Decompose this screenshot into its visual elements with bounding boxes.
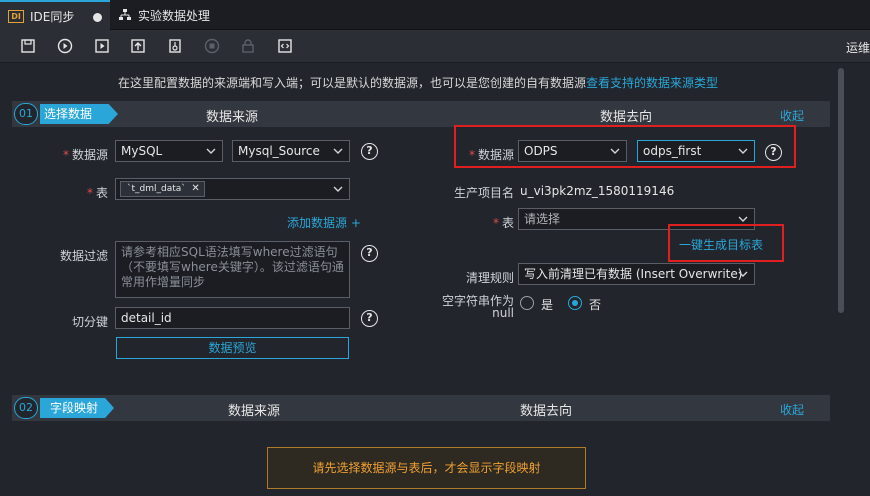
source-title: 数据来源 xyxy=(206,110,259,125)
target-title: 数据去向 xyxy=(600,110,653,125)
run-panel-icon[interactable] xyxy=(94,38,110,54)
help-icon[interactable]: ? xyxy=(765,144,782,161)
target-datasource-label: * 数据源 xyxy=(468,148,514,162)
radio-yes-label: 是 xyxy=(541,298,554,312)
generate-target-table-link[interactable]: 一键生成目标表 xyxy=(679,236,763,253)
scrollbar-thumb[interactable] xyxy=(838,68,844,313)
source-title: 数据来源 xyxy=(228,404,281,419)
source-type-select[interactable]: MySQL xyxy=(115,140,223,162)
step-indicator: 01 选择数据源 xyxy=(12,101,118,127)
lock-icon[interactable] xyxy=(240,38,256,54)
tab-bar: DI IDE同步 实验数据处理 xyxy=(0,0,870,30)
close-icon[interactable]: ✕ xyxy=(191,182,199,196)
toolbar: 运维 xyxy=(0,30,870,63)
clean-rule-select[interactable]: 写入前清理已有数据 (Insert Overwrite) xyxy=(518,263,755,285)
table-tag: `t_dml_data` ✕ xyxy=(120,181,205,197)
ops-menu[interactable]: 运维 xyxy=(846,39,870,56)
sitemap-icon xyxy=(119,9,131,20)
radio-no-label: 否 xyxy=(589,298,602,312)
chevron-down-icon xyxy=(333,148,343,154)
filter-label: 数据过滤 xyxy=(59,249,108,263)
source-name-select[interactable]: Mysql_Source xyxy=(232,140,350,162)
config-notice: 在这里配置数据的来源端和写入端；可以是默认的数据源，也可以是您创建的自有数据源查… xyxy=(0,74,836,91)
step-label: 字段映射 xyxy=(40,398,115,418)
unsaved-dot-icon[interactable] xyxy=(93,13,102,22)
clean-rule-label: 清理规则 xyxy=(465,271,514,285)
add-datasource-link[interactable]: 添加数据源 + xyxy=(287,214,361,231)
chevron-down-icon xyxy=(610,148,620,154)
collapse-link[interactable]: 收起 xyxy=(780,401,804,418)
tab-label: IDE同步 xyxy=(30,9,75,24)
save-icon[interactable] xyxy=(20,38,36,54)
target-table-label: * 表 xyxy=(492,216,514,230)
step-number: 01 xyxy=(14,103,38,125)
filter-textarea[interactable]: 请参考相应SQL语法填写where过滤语句（不要填写where关键字）。该过滤语… xyxy=(115,241,350,298)
step-label: 选择数据源 xyxy=(40,104,118,124)
section-field-mapping: 02 字段映射 数据来源 数据去向 收起 xyxy=(12,395,830,421)
null-label-suffix: null xyxy=(492,306,514,320)
target-type-select[interactable]: ODPS xyxy=(518,140,627,162)
section-select-datasource: 01 选择数据源 数据来源 数据去向 收起 xyxy=(12,101,830,127)
tab-label: 实验数据处理 xyxy=(138,8,211,23)
split-key-label: 切分键 xyxy=(71,315,108,329)
tab-experiment-data[interactable]: 实验数据处理 xyxy=(110,0,228,30)
chevron-down-icon xyxy=(738,271,748,277)
source-table-select[interactable]: `t_dml_data` ✕ xyxy=(115,178,350,200)
upload-icon[interactable] xyxy=(130,38,146,54)
help-icon[interactable]: ? xyxy=(361,310,378,327)
source-datasource-label: * 数据源 xyxy=(62,148,108,162)
radio-no[interactable] xyxy=(568,296,582,310)
di-icon: DI xyxy=(8,9,24,23)
stop-icon[interactable] xyxy=(204,38,220,54)
code-icon[interactable] xyxy=(277,38,293,54)
target-title: 数据去向 xyxy=(520,404,573,419)
field-mapping-warning: 请先选择数据源与表后，才会显示字段映射 xyxy=(267,447,586,489)
project-name-label: 生产项目名 xyxy=(453,186,514,200)
submit-icon[interactable] xyxy=(167,38,183,54)
help-icon[interactable]: ? xyxy=(361,245,378,262)
data-preview-button[interactable]: 数据预览 xyxy=(116,337,349,359)
chevron-down-icon xyxy=(738,216,748,222)
chevron-down-icon xyxy=(738,148,748,154)
collapse-link[interactable]: 收起 xyxy=(780,107,804,124)
source-table-label: * 表 xyxy=(86,186,108,200)
radio-yes[interactable] xyxy=(520,296,534,310)
chevron-down-icon xyxy=(206,148,216,154)
run-icon[interactable] xyxy=(57,38,73,54)
target-name-select[interactable]: odps_first xyxy=(637,140,755,162)
step-indicator: 02 字段映射 xyxy=(12,395,118,421)
project-name-value: u_vi3pk2mz_1580119146 xyxy=(520,184,675,198)
split-key-input[interactable]: detail_id xyxy=(115,307,350,329)
step-number: 02 xyxy=(14,397,38,419)
supported-sources-link[interactable]: 查看支持的数据来源类型 xyxy=(586,76,718,90)
chevron-down-icon xyxy=(333,186,343,192)
tab-ide-sync[interactable]: DI IDE同步 xyxy=(0,0,110,30)
notice-text: 在这里配置数据的来源端和写入端；可以是默认的数据源，也可以是您创建的自有数据源 xyxy=(117,76,586,90)
help-icon[interactable]: ? xyxy=(361,143,378,160)
